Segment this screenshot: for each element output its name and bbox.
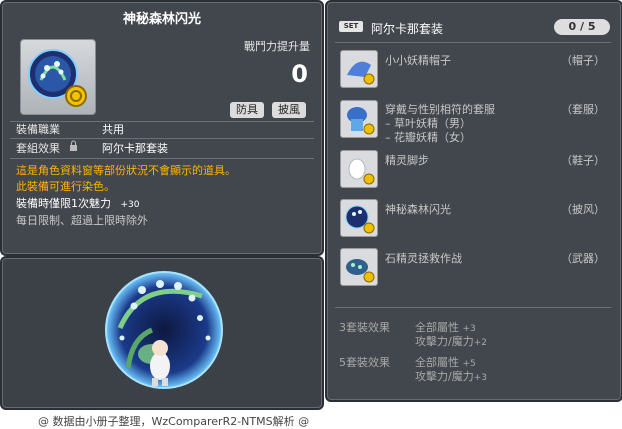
set-badge: SET	[339, 21, 363, 32]
set-effect-5-label: 5套裝效果	[339, 356, 390, 369]
daily-limit-text: 每日限制、超過上限時除外	[16, 214, 148, 227]
divider	[335, 42, 611, 43]
character-preview-panel	[0, 256, 324, 410]
cape-icon	[28, 49, 87, 107]
set-effect-3-label: 3套裝效果	[339, 321, 390, 334]
tag-cape: 披風	[272, 102, 306, 118]
item-icon-frame	[20, 39, 96, 115]
set-item-slot: （武器）	[561, 252, 605, 265]
set-name: 阿尔卡那套装	[371, 22, 444, 36]
charm-limit-label: 裝備時僅限1次魅力	[16, 197, 111, 210]
job-label: 裝備職業	[16, 123, 60, 136]
set-item-slot: （鞋子）	[561, 154, 605, 167]
set-item-name: 石精灵拯救作战	[385, 252, 462, 265]
divider	[10, 158, 314, 159]
set-info-panel: SET 阿尔卡那套装 0 / 5 小小妖精帽子 （帽子） 穿戴与性别相符的套服 …	[325, 0, 622, 402]
power-value: 0	[291, 60, 308, 88]
set-item-name: 小小妖精帽子	[385, 54, 451, 67]
set-item-name: 神秘森林闪光	[385, 203, 451, 216]
shoes-icon	[340, 150, 378, 188]
item-title: 神秘森林闪光	[122, 12, 201, 27]
cape-icon	[340, 199, 378, 237]
power-label: 戰鬥力提升量	[244, 40, 310, 53]
job-value: 共用	[102, 123, 124, 136]
set-effect-5-line2: 攻擊力/魔力+3	[415, 370, 487, 383]
set-item-name: 精灵脚步	[385, 154, 429, 167]
item-tooltip-panel: 神秘森林闪光 戰鬥力提升量 0 防具 披風 裝備職業 共用 套組效果 阿尔卡那套…	[0, 0, 324, 256]
divider	[10, 138, 314, 139]
notice-hidden: 這是角色資料窗等部份狀況不會顯示的道具。	[16, 164, 236, 177]
weapon-icon	[340, 248, 378, 286]
character-preview-image	[105, 271, 223, 389]
set-item-slot: （披风）	[561, 203, 605, 216]
charm-limit-value: +30	[120, 200, 140, 210]
set-item-sub: – 花瓣妖精（女）	[385, 131, 471, 144]
outfit-icon	[340, 100, 378, 138]
set-item-slot: （套服）	[561, 103, 605, 116]
lock-icon	[69, 140, 78, 155]
set-count: 0 / 5	[554, 19, 610, 35]
divider	[335, 307, 611, 308]
set-effect-value[interactable]: 阿尔卡那套装	[102, 140, 168, 156]
notice-dye: 此裝備可進行染色。	[16, 180, 115, 193]
set-effect-label: 套組效果	[16, 142, 60, 155]
charm-limit-text: 裝備時僅限1次魅力 +30	[16, 195, 140, 211]
set-effect-3-line2: 攻擊力/魔力+2	[415, 335, 487, 348]
tag-armor: 防具	[230, 102, 264, 118]
set-item-slot: （帽子）	[561, 54, 605, 67]
hat-icon	[340, 50, 378, 88]
